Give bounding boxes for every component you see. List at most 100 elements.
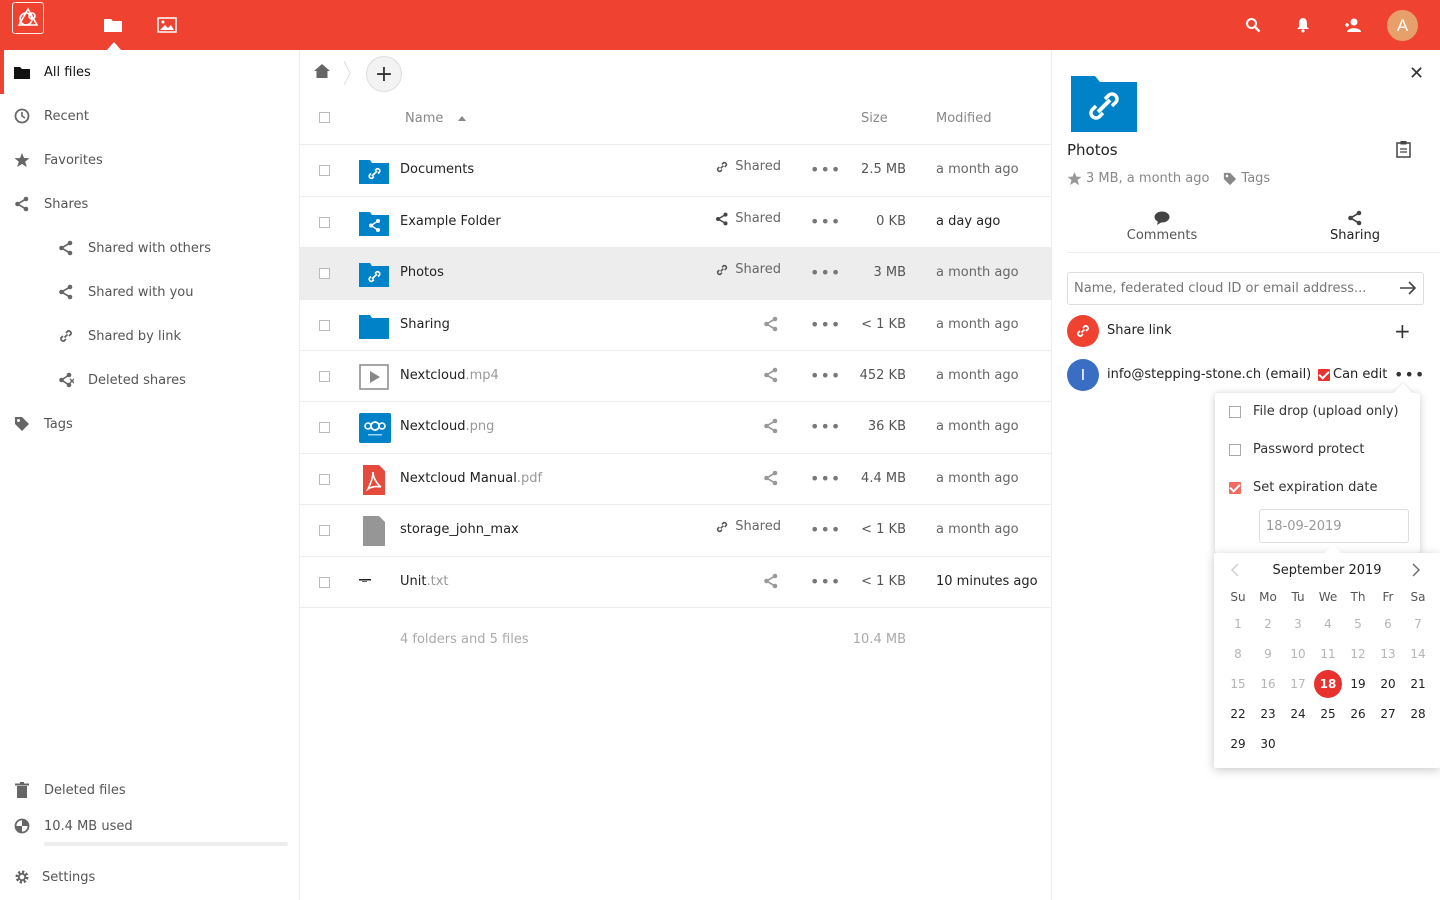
share-with-input[interactable] bbox=[1067, 272, 1424, 305]
star-icon[interactable] bbox=[1067, 171, 1082, 186]
sidebar-item-recent[interactable]: Recent bbox=[0, 94, 299, 138]
file-row[interactable]: Sharing ••• < 1 KB a month ago bbox=[300, 299, 1051, 351]
calendar-day: 10 bbox=[1290, 647, 1306, 661]
new-file-button[interactable]: + bbox=[366, 56, 402, 92]
calendar-day[interactable]: 27 bbox=[1374, 700, 1402, 728]
sidebar-item-shared-by-link[interactable]: Shared by link bbox=[0, 314, 299, 358]
sidebar-item-settings[interactable]: Settings bbox=[0, 855, 299, 899]
row-checkbox[interactable] bbox=[319, 525, 330, 536]
shared-indicator[interactable]: Shared bbox=[715, 519, 781, 534]
share-icon[interactable] bbox=[763, 470, 779, 490]
shared-indicator[interactable]: Shared bbox=[715, 262, 781, 277]
calendar-day[interactable]: 25 bbox=[1314, 700, 1342, 728]
more-actions-icon[interactable]: ••• bbox=[810, 417, 841, 436]
share-icon[interactable] bbox=[763, 573, 779, 593]
file-name[interactable]: Documents bbox=[400, 162, 474, 177]
file-row[interactable]: Example Folder Shared ••• 0 KB a day ago bbox=[300, 196, 1051, 248]
shared-indicator[interactable]: Shared bbox=[715, 159, 781, 174]
notifications-bell-icon[interactable] bbox=[1293, 15, 1313, 35]
file-name[interactable]: Unit.txt bbox=[400, 574, 449, 589]
calendar-day[interactable]: 28 bbox=[1404, 700, 1432, 728]
sidebar-item-deleted-shares[interactable]: Deleted shares bbox=[0, 358, 299, 402]
calendar-day[interactable]: 20 bbox=[1374, 670, 1402, 698]
file-name[interactable]: Photos bbox=[400, 265, 444, 280]
calendar-day[interactable]: 29 bbox=[1224, 730, 1252, 758]
set-expiration-option[interactable]: Set expiration date bbox=[1229, 480, 1377, 495]
arrow-right-icon[interactable] bbox=[1399, 280, 1417, 300]
can-edit-checkbox[interactable]: Can edit bbox=[1318, 367, 1387, 382]
more-actions-icon[interactable]: ••• bbox=[810, 572, 841, 591]
calendar-day[interactable]: 22 bbox=[1224, 700, 1252, 728]
select-all-checkbox[interactable] bbox=[319, 112, 330, 123]
details-size-date: 3 MB, a month ago bbox=[1086, 171, 1210, 186]
quota-label: 10.4 MB used bbox=[44, 818, 133, 834]
sidebar-item-shares[interactable]: Shares bbox=[0, 182, 299, 226]
chevron-right-icon[interactable] bbox=[1411, 562, 1421, 581]
more-actions-icon[interactable]: ••• bbox=[1394, 365, 1425, 384]
share-icon[interactable] bbox=[763, 367, 779, 387]
share-icon[interactable] bbox=[763, 418, 779, 438]
contacts-icon[interactable] bbox=[1343, 15, 1363, 35]
row-checkbox[interactable] bbox=[319, 577, 330, 588]
more-actions-icon[interactable]: ••• bbox=[810, 212, 841, 231]
row-checkbox[interactable] bbox=[319, 217, 330, 228]
file-row-selected[interactable]: Photos Shared ••• 3 MB a month ago bbox=[300, 247, 1051, 299]
shared-indicator[interactable]: Shared bbox=[715, 211, 781, 226]
more-actions-icon[interactable]: ••• bbox=[810, 160, 841, 179]
expiration-date-input[interactable]: 18-09-2019 bbox=[1259, 509, 1409, 543]
file-name[interactable]: storage_john_max bbox=[400, 522, 519, 537]
file-name[interactable]: Nextcloud.mp4 bbox=[400, 368, 499, 383]
row-checkbox[interactable] bbox=[319, 268, 330, 279]
more-actions-icon[interactable]: ••• bbox=[810, 315, 841, 334]
tab-comments[interactable]: Comments bbox=[1067, 205, 1257, 253]
sidebar-item-shared-with-you[interactable]: Shared with you bbox=[0, 270, 299, 314]
home-icon[interactable] bbox=[313, 63, 331, 81]
file-row[interactable]: Nextcloud.mp4 ••• 452 KB a month ago bbox=[300, 350, 1051, 402]
more-actions-icon[interactable]: ••• bbox=[810, 263, 841, 282]
clipboard-icon[interactable] bbox=[1396, 140, 1412, 162]
add-share-link-icon[interactable]: + bbox=[1394, 319, 1411, 343]
more-actions-icon[interactable]: ••• bbox=[810, 469, 841, 488]
password-protect-option[interactable]: Password protect bbox=[1229, 442, 1364, 457]
sidebar-item-shared-with-others[interactable]: Shared with others bbox=[0, 226, 299, 270]
file-name[interactable]: Nextcloud Manual.pdf bbox=[400, 471, 542, 486]
calendar-day[interactable]: 19 bbox=[1344, 670, 1372, 698]
row-checkbox[interactable] bbox=[319, 371, 330, 382]
nextcloud-logo[interactable] bbox=[12, 2, 44, 34]
row-checkbox[interactable] bbox=[319, 474, 330, 485]
file-row[interactable]: Documents Shared ••• 2.5 MB a month ago bbox=[300, 144, 1051, 196]
file-row[interactable]: Unit.txt ••• < 1 KB 10 minutes ago bbox=[300, 556, 1051, 608]
row-checkbox[interactable] bbox=[319, 320, 330, 331]
calendar-day[interactable]: 30 bbox=[1254, 730, 1282, 758]
tab-sharing[interactable]: Sharing bbox=[1260, 205, 1440, 253]
calendar-day[interactable]: 26 bbox=[1344, 700, 1372, 728]
file-row[interactable]: Nextcloud.png ••• 36 KB a month ago bbox=[300, 401, 1051, 453]
row-checkbox[interactable] bbox=[319, 422, 330, 433]
calendar-day-selected[interactable]: 18 bbox=[1314, 670, 1342, 698]
more-actions-icon[interactable]: ••• bbox=[810, 366, 841, 385]
gallery-app-icon[interactable] bbox=[155, 13, 179, 37]
calendar-day[interactable]: 23 bbox=[1254, 700, 1282, 728]
close-icon[interactable]: ✕ bbox=[1409, 63, 1424, 84]
row-checkbox[interactable] bbox=[319, 165, 330, 176]
more-actions-icon[interactable]: ••• bbox=[810, 520, 841, 539]
column-header-name[interactable]: Name bbox=[405, 111, 466, 126]
calendar-day[interactable]: 24 bbox=[1284, 700, 1312, 728]
file-name[interactable]: Example Folder bbox=[400, 214, 501, 229]
file-name[interactable]: Nextcloud.png bbox=[400, 419, 494, 434]
sidebar-item-tags[interactable]: Tags bbox=[0, 402, 299, 446]
file-row[interactable]: Nextcloud Manual.pdf ••• 4.4 MB a month … bbox=[300, 453, 1051, 505]
share-icon[interactable] bbox=[763, 316, 779, 336]
files-app-icon[interactable] bbox=[101, 13, 125, 37]
sidebar-item-favorites[interactable]: Favorites bbox=[0, 138, 299, 182]
sidebar-item-all-files[interactable]: All files bbox=[0, 50, 299, 94]
column-header-size[interactable]: Size bbox=[861, 111, 888, 126]
user-avatar[interactable]: A bbox=[1387, 10, 1418, 41]
file-row[interactable]: storage_john_max Shared ••• < 1 KB a mon… bbox=[300, 504, 1051, 556]
tags-link[interactable]: Tags bbox=[1241, 171, 1270, 186]
column-header-modified[interactable]: Modified bbox=[936, 111, 991, 126]
search-icon[interactable] bbox=[1243, 15, 1263, 35]
file-drop-option[interactable]: File drop (upload only) bbox=[1229, 404, 1399, 419]
file-name[interactable]: Sharing bbox=[400, 317, 450, 332]
calendar-day[interactable]: 21 bbox=[1404, 670, 1432, 698]
